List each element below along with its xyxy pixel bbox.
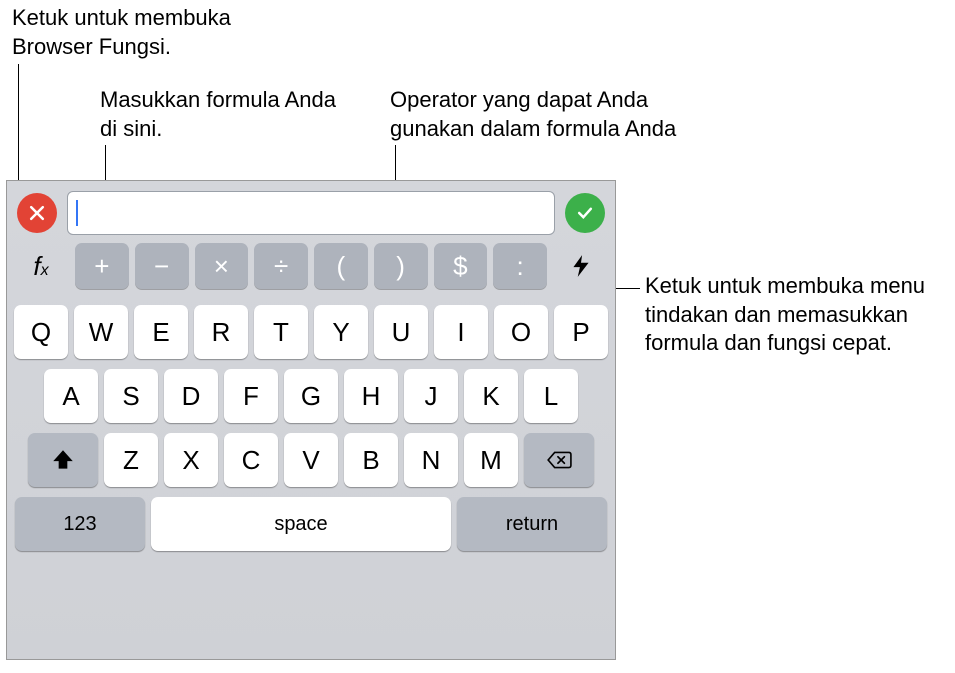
quick-actions-button[interactable]: [553, 243, 609, 289]
callout-input: Masukkan formula Anda di sini.: [100, 86, 350, 143]
shift-icon: [50, 447, 76, 473]
key-k[interactable]: K: [464, 369, 518, 423]
key-c[interactable]: C: [224, 433, 278, 487]
close-icon: [27, 203, 47, 223]
key-i[interactable]: I: [434, 305, 488, 359]
key-l[interactable]: L: [524, 369, 578, 423]
accept-button[interactable]: [565, 193, 605, 233]
op-dollar[interactable]: $: [434, 243, 488, 289]
fx-label: f: [33, 251, 40, 282]
key-w[interactable]: W: [74, 305, 128, 359]
key-y[interactable]: Y: [314, 305, 368, 359]
fx-sublabel: x: [41, 262, 49, 280]
callout-bolt: Ketuk untuk membuka menu tindakan dan me…: [645, 272, 945, 358]
key-shift[interactable]: [28, 433, 98, 487]
key-backspace[interactable]: [524, 433, 594, 487]
op-paren-close[interactable]: ): [374, 243, 428, 289]
bolt-icon: [568, 253, 594, 279]
backspace-icon: [546, 447, 572, 473]
kb-row-1: Q W E R T Y U I O P: [13, 305, 609, 359]
key-n[interactable]: N: [404, 433, 458, 487]
key-return[interactable]: return: [457, 497, 607, 551]
key-t[interactable]: T: [254, 305, 308, 359]
qwerty-keyboard: Q W E R T Y U I O P A S D F G H J K L Z: [7, 299, 615, 559]
key-e[interactable]: E: [134, 305, 188, 359]
function-browser-button[interactable]: fx: [13, 243, 69, 289]
operator-row: fx + − × ÷ ( ) $ :: [7, 243, 615, 299]
op-minus[interactable]: −: [135, 243, 189, 289]
check-icon: [575, 203, 595, 223]
key-r[interactable]: R: [194, 305, 248, 359]
formula-input[interactable]: [67, 191, 555, 235]
key-m[interactable]: M: [464, 433, 518, 487]
op-multiply[interactable]: ×: [195, 243, 249, 289]
op-plus[interactable]: +: [75, 243, 129, 289]
op-paren-open[interactable]: (: [314, 243, 368, 289]
formula-keyboard: fx + − × ÷ ( ) $ : Q W E R T Y U I O P A…: [6, 180, 616, 660]
key-o[interactable]: O: [494, 305, 548, 359]
key-p[interactable]: P: [554, 305, 608, 359]
key-b[interactable]: B: [344, 433, 398, 487]
op-divide[interactable]: ÷: [254, 243, 308, 289]
key-g[interactable]: G: [284, 369, 338, 423]
key-x[interactable]: X: [164, 433, 218, 487]
key-f[interactable]: F: [224, 369, 278, 423]
kb-row-3: Z X C V B N M: [13, 433, 609, 487]
key-numswitch[interactable]: 123: [15, 497, 145, 551]
key-j[interactable]: J: [404, 369, 458, 423]
formula-bar: [7, 181, 615, 243]
callout-ops: Operator yang dapat Anda gunakan dalam f…: [390, 86, 690, 143]
key-v[interactable]: V: [284, 433, 338, 487]
key-d[interactable]: D: [164, 369, 218, 423]
key-space[interactable]: space: [151, 497, 451, 551]
kb-row-bottom: 123 space return: [13, 497, 609, 551]
cancel-button[interactable]: [17, 193, 57, 233]
callout-fx: Ketuk untuk membuka Browser Fungsi.: [12, 4, 312, 61]
key-s[interactable]: S: [104, 369, 158, 423]
key-a[interactable]: A: [44, 369, 98, 423]
kb-row-2: A S D F G H J K L: [13, 369, 609, 423]
key-h[interactable]: H: [344, 369, 398, 423]
input-cursor: [76, 200, 78, 226]
key-u[interactable]: U: [374, 305, 428, 359]
key-q[interactable]: Q: [14, 305, 68, 359]
op-colon[interactable]: :: [493, 243, 547, 289]
key-z[interactable]: Z: [104, 433, 158, 487]
